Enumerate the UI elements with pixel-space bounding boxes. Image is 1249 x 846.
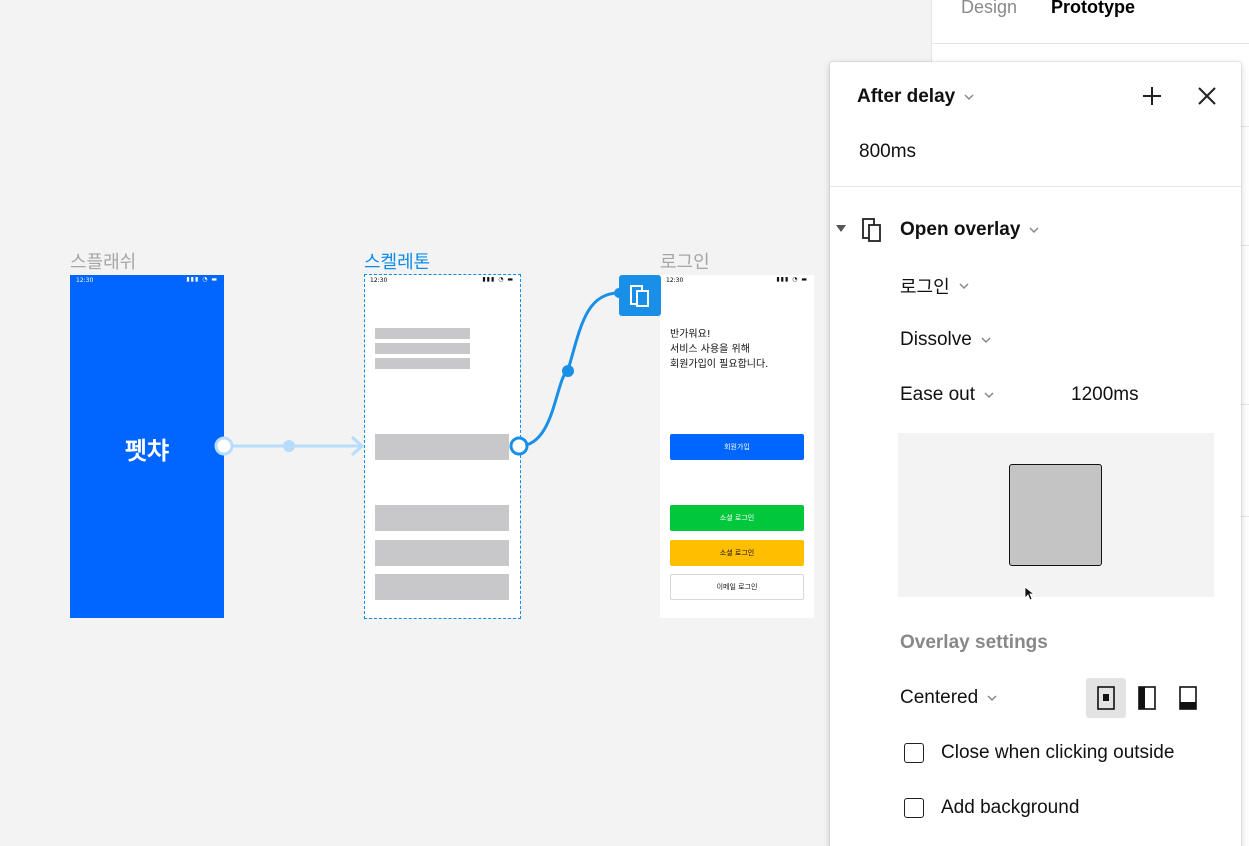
add-background-label[interactable]: Add background [941, 797, 1079, 819]
interaction-details-popup: After delay 800ms Open overlay 로그인 Disso… [830, 62, 1241, 846]
destination-label: 로그인 [900, 277, 950, 298]
trigger-dropdown[interactable]: After delay [857, 86, 975, 108]
tab-design[interactable]: Design [961, 0, 1017, 18]
easing-label: Ease out [900, 384, 975, 405]
position-left-icon[interactable] [1127, 678, 1167, 718]
overlay-icon[interactable] [619, 275, 661, 316]
connection-midpoint-active[interactable] [562, 365, 574, 377]
overlay-settings-title: Overlay settings [900, 632, 1048, 653]
easing-dropdown[interactable]: Ease out [900, 384, 995, 406]
destination-dropdown[interactable]: 로그인 [900, 273, 970, 299]
duration-input[interactable]: 1200ms [1071, 384, 1139, 406]
chevron-down-icon [959, 283, 969, 290]
add-icon[interactable] [1140, 84, 1164, 108]
position-bottom-icon[interactable] [1168, 678, 1208, 718]
connection-start-node[interactable] [214, 436, 234, 456]
panel-tabs: Design Prototype [932, 0, 1249, 44]
close-outside-label[interactable]: Close when clicking outside [941, 742, 1174, 764]
chevron-down-icon [987, 695, 997, 702]
chevron-down-icon [1029, 227, 1039, 234]
chevron-down-icon [981, 337, 991, 344]
popup-divider [830, 186, 1241, 187]
delay-input[interactable]: 800ms [859, 141, 916, 163]
animation-label: Dissolve [900, 329, 972, 350]
prototype-connections [214, 288, 624, 457]
open-overlay-icon [862, 218, 881, 242]
animation-preview [898, 433, 1214, 601]
preview-frame [1009, 464, 1102, 566]
tab-prototype[interactable]: Prototype [1051, 0, 1135, 18]
connection-start-node-active[interactable] [509, 436, 529, 456]
position-centered-icon[interactable] [1086, 678, 1126, 718]
connection-midpoint[interactable] [283, 440, 295, 452]
action-label: Open overlay [900, 219, 1021, 240]
add-background-checkbox[interactable] [904, 798, 924, 818]
collapse-triangle-icon[interactable] [835, 224, 847, 234]
cursor-icon [1024, 586, 1036, 601]
animation-dropdown[interactable]: Dissolve [900, 329, 992, 351]
close-outside-checkbox[interactable] [904, 743, 924, 763]
chevron-down-icon [984, 392, 994, 399]
trigger-label: After delay [857, 86, 956, 107]
action-dropdown[interactable]: Open overlay [900, 219, 1040, 241]
position-dropdown[interactable]: Centered [900, 687, 998, 709]
close-icon[interactable] [1195, 84, 1219, 108]
chevron-down-icon [964, 94, 974, 101]
position-label: Centered [900, 687, 979, 708]
